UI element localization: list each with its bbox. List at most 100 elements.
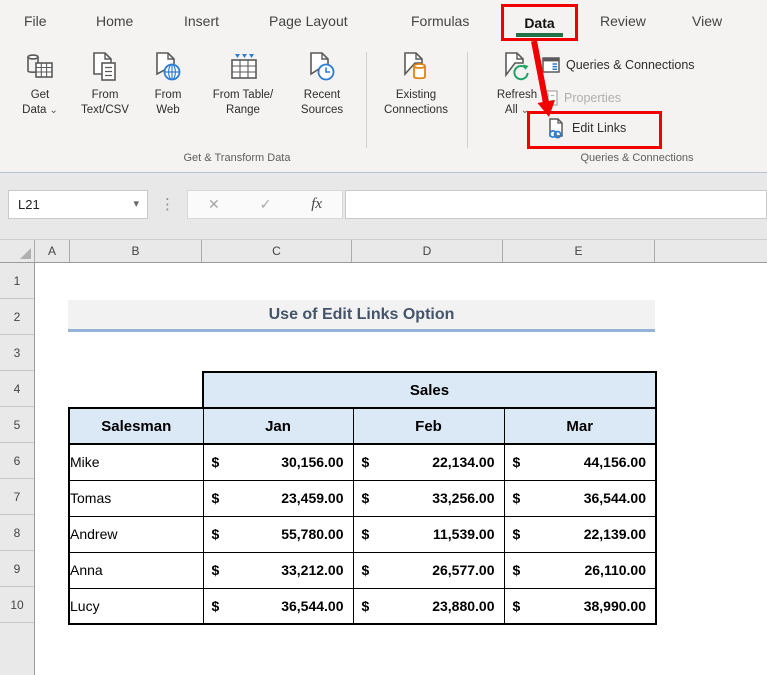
from-table-range-button[interactable]: From Table/ Range bbox=[197, 50, 289, 150]
tab-page-layout[interactable]: Page Layout bbox=[269, 13, 348, 29]
active-tab-underline bbox=[516, 33, 563, 37]
header-cell-mar[interactable]: Mar bbox=[504, 408, 656, 444]
button-label-line: From bbox=[155, 88, 182, 103]
sales-value-cell[interactable]: $22,139.00 bbox=[504, 516, 656, 552]
salesman-name-cell[interactable]: Mike bbox=[69, 444, 203, 480]
select-all-corner[interactable] bbox=[0, 240, 35, 262]
currency-symbol: $ bbox=[362, 526, 370, 542]
cancel-button[interactable]: ✕ bbox=[208, 196, 220, 213]
column-header-f[interactable] bbox=[655, 240, 767, 262]
row-header-10[interactable]: 10 bbox=[0, 587, 34, 623]
name-box-dropdown-icon[interactable]: ▾ bbox=[133, 197, 139, 210]
tab-home[interactable]: Home bbox=[96, 13, 133, 29]
recent-sources-button[interactable]: Recent Sources bbox=[291, 50, 353, 150]
sales-value-cell[interactable]: $23,459.00 bbox=[203, 480, 353, 516]
salesman-name-cell[interactable]: Andrew bbox=[69, 516, 203, 552]
column-header-d[interactable]: D bbox=[352, 240, 503, 262]
tab-data-label: Data bbox=[524, 15, 554, 31]
sales-value-cell[interactable]: $11,539.00 bbox=[353, 516, 504, 552]
queries-connections-button[interactable]: Queries & Connections bbox=[542, 52, 695, 78]
currency-symbol: $ bbox=[513, 454, 521, 470]
cell-value: 36,544.00 bbox=[281, 598, 343, 614]
cell-value: 22,134.00 bbox=[432, 454, 494, 470]
cell-value: 36,544.00 bbox=[584, 490, 646, 506]
cell-value: 11,539.00 bbox=[433, 526, 495, 542]
tab-view[interactable]: View bbox=[692, 13, 722, 29]
row-header-7[interactable]: 7 bbox=[0, 479, 34, 515]
sales-value-cell[interactable]: $44,156.00 bbox=[504, 444, 656, 480]
edit-links-button[interactable]: Edit Links bbox=[546, 115, 626, 141]
from-text-csv-button[interactable]: From Text/CSV bbox=[73, 50, 137, 150]
row-header-3[interactable]: 3 bbox=[0, 335, 34, 371]
sales-value-cell[interactable]: $55,780.00 bbox=[203, 516, 353, 552]
insert-function-button[interactable]: fx bbox=[311, 196, 322, 213]
row-header-9[interactable]: 9 bbox=[0, 551, 34, 587]
header-cell-salesman[interactable]: Salesman bbox=[69, 408, 203, 444]
row-header-4[interactable]: 4 bbox=[0, 371, 34, 407]
column-header-b[interactable]: B bbox=[70, 240, 202, 262]
name-box[interactable]: L21 ▾ bbox=[8, 190, 148, 219]
from-web-icon bbox=[153, 50, 183, 88]
tab-data-active[interactable]: Data bbox=[502, 5, 577, 40]
tab-insert[interactable]: Insert bbox=[184, 13, 219, 29]
currency-symbol: $ bbox=[362, 490, 370, 506]
title-banner-cell[interactable]: Use of Edit Links Option bbox=[68, 300, 655, 332]
from-web-button[interactable]: From Web bbox=[143, 50, 193, 150]
chevron-down-icon: ⌄ bbox=[49, 105, 57, 116]
button-label-line: Recent bbox=[304, 88, 340, 103]
currency-symbol: $ bbox=[212, 454, 220, 470]
currency-symbol: $ bbox=[513, 598, 521, 614]
header-cell-jan[interactable]: Jan bbox=[203, 408, 353, 444]
properties-button[interactable]: Properties bbox=[542, 85, 621, 111]
salesman-name-cell[interactable]: Anna bbox=[69, 552, 203, 588]
sales-value-cell[interactable]: $33,256.00 bbox=[353, 480, 504, 516]
cell-value: 33,256.00 bbox=[432, 490, 494, 506]
sales-value-cell[interactable]: $23,880.00 bbox=[353, 588, 504, 624]
get-data-button[interactable]: Get Data⌄ bbox=[12, 50, 68, 150]
salesman-name-cell[interactable]: Lucy bbox=[69, 588, 203, 624]
sales-value-cell[interactable]: $38,990.00 bbox=[504, 588, 656, 624]
currency-symbol: $ bbox=[212, 490, 220, 506]
currency-symbol: $ bbox=[513, 526, 521, 542]
header-cell-feb[interactable]: Feb bbox=[353, 408, 504, 444]
salesman-name-cell[interactable]: Tomas bbox=[69, 480, 203, 516]
enter-button[interactable]: ✓ bbox=[260, 196, 272, 213]
chevron-down-icon: ⌄ bbox=[521, 105, 529, 116]
row-header-8[interactable]: 8 bbox=[0, 515, 34, 551]
existing-connections-button[interactable]: Existing Connections bbox=[371, 50, 461, 150]
recent-sources-icon bbox=[307, 50, 337, 88]
empty-cell[interactable] bbox=[69, 372, 203, 408]
tab-review[interactable]: Review bbox=[600, 13, 646, 29]
tab-formulas[interactable]: Formulas bbox=[411, 13, 469, 29]
button-label-line: Existing bbox=[396, 88, 436, 103]
sales-merged-header-cell[interactable]: Sales bbox=[203, 372, 656, 408]
row-header-2[interactable]: 2 bbox=[0, 299, 34, 335]
tab-file[interactable]: File bbox=[24, 13, 47, 29]
column-header-e[interactable]: E bbox=[503, 240, 655, 262]
row-header-6[interactable]: 6 bbox=[0, 443, 34, 479]
cell-value: 55,780.00 bbox=[281, 526, 343, 542]
cell-value: 33,212.00 bbox=[281, 562, 343, 578]
column-header-a[interactable]: A bbox=[35, 240, 70, 262]
currency-symbol: $ bbox=[362, 454, 370, 470]
sales-value-cell[interactable]: $26,577.00 bbox=[353, 552, 504, 588]
currency-symbol: $ bbox=[212, 526, 220, 542]
sales-value-cell[interactable]: $36,544.00 bbox=[203, 588, 353, 624]
ribbon-group-separator bbox=[467, 52, 468, 148]
row-header-column: 1 2 3 4 5 6 7 8 9 10 bbox=[0, 263, 35, 675]
sales-value-cell[interactable]: $26,110.00 bbox=[504, 552, 656, 588]
column-header-c[interactable]: C bbox=[202, 240, 352, 262]
sales-value-cell[interactable]: $33,212.00 bbox=[203, 552, 353, 588]
sales-value-cell[interactable]: $30,156.00 bbox=[203, 444, 353, 480]
row-header-1[interactable]: 1 bbox=[0, 263, 34, 299]
sales-value-cell[interactable]: $36,544.00 bbox=[504, 480, 656, 516]
button-label-line: From Table/ bbox=[213, 88, 274, 103]
row-header-5[interactable]: 5 bbox=[0, 407, 34, 443]
cell-value: 22,139.00 bbox=[584, 526, 646, 542]
formula-input[interactable] bbox=[345, 190, 767, 219]
existing-connections-icon bbox=[401, 50, 431, 88]
refresh-all-button[interactable]: Refresh All⌄ bbox=[489, 50, 545, 150]
sales-value-cell[interactable]: $22,134.00 bbox=[353, 444, 504, 480]
queries-connections-icon bbox=[542, 57, 560, 73]
button-label-line: Connections bbox=[384, 103, 448, 118]
